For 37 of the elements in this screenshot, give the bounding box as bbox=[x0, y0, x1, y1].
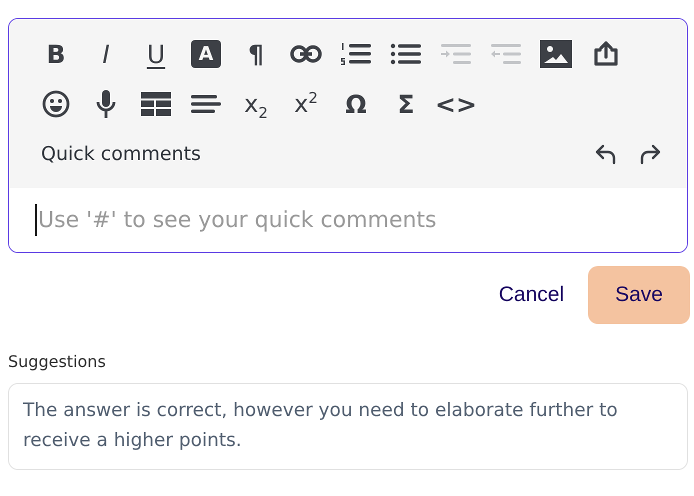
bullet-list-icon bbox=[390, 42, 422, 66]
align-left-icon bbox=[190, 94, 222, 114]
suggestions-label: Suggestions bbox=[8, 352, 107, 371]
indent-icon bbox=[440, 42, 472, 66]
redo-icon[interactable] bbox=[639, 143, 661, 165]
text-color-button[interactable]: A bbox=[191, 40, 221, 68]
italic-button[interactable]: I bbox=[102, 42, 110, 66]
outdent-icon bbox=[490, 42, 522, 66]
microphone-icon bbox=[96, 89, 116, 119]
table-icon bbox=[141, 92, 171, 116]
save-button[interactable]: Save bbox=[588, 266, 690, 324]
microphone-button[interactable] bbox=[96, 89, 116, 119]
quick-comments-label: Quick comments bbox=[41, 143, 202, 165]
suggestion-text: The answer is correct, however you need to elaborate further to receive a higher points. bbox=[8, 383, 688, 470]
underline-button[interactable]: U bbox=[146, 42, 166, 66]
upload-icon bbox=[592, 40, 620, 68]
table-button[interactable] bbox=[141, 92, 171, 116]
image-icon bbox=[540, 40, 572, 68]
align-button[interactable] bbox=[190, 94, 222, 114]
numbered-list-button[interactable] bbox=[340, 42, 372, 66]
script-button[interactable]: x$_{2}$ bbox=[244, 92, 268, 116]
symbol-button[interactable]: Ω bbox=[345, 92, 367, 116]
bold-button[interactable]: B bbox=[46, 42, 66, 66]
symbol-button[interactable]: <> bbox=[435, 92, 477, 116]
share-button[interactable] bbox=[592, 40, 620, 68]
symbol-button[interactable]: Σ bbox=[397, 92, 415, 116]
numbered-list-icon bbox=[340, 42, 372, 66]
cancel-button[interactable]: Cancel bbox=[498, 283, 564, 307]
undo-icon[interactable] bbox=[595, 143, 617, 165]
script-button[interactable]: x$^{2}$ bbox=[294, 92, 318, 116]
smiley-icon bbox=[42, 90, 70, 118]
link-icon bbox=[290, 45, 322, 63]
image-button[interactable] bbox=[540, 40, 572, 68]
bullet-list-button[interactable] bbox=[390, 42, 422, 66]
symbol-button[interactable]: ¶ bbox=[248, 42, 264, 66]
link-button[interactable] bbox=[290, 45, 322, 63]
emoji-button[interactable] bbox=[42, 90, 70, 118]
